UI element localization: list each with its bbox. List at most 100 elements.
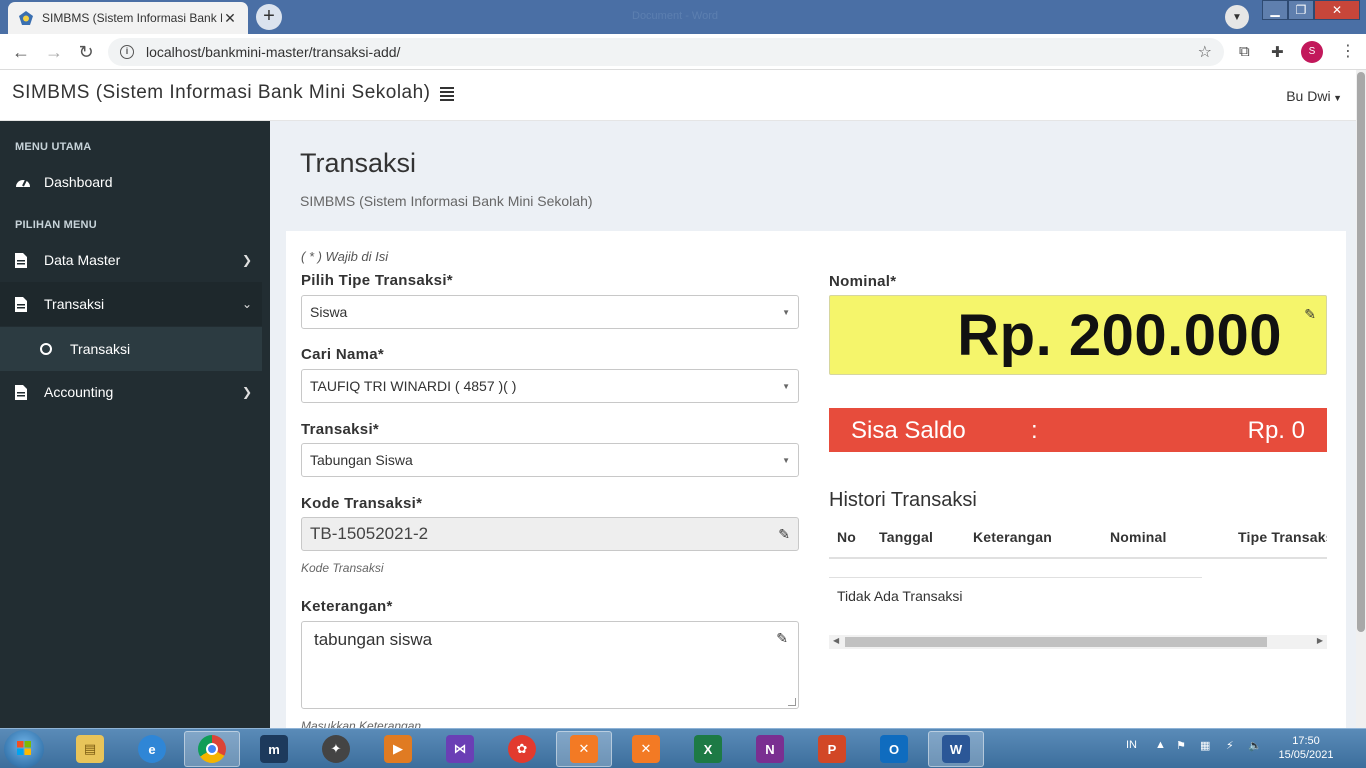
sidebar-item-accounting[interactable]: Accounting ❯ bbox=[0, 370, 262, 414]
pencil-icon: ✎ bbox=[778, 525, 790, 542]
empty-history-message: Tidak Ada Transaksi bbox=[837, 588, 963, 604]
minimize-button[interactable]: ▁ bbox=[1262, 0, 1288, 20]
saldo-colon: : bbox=[1031, 417, 1038, 444]
main-content: Transaksi SIMBMS (Sistem Informasi Bank … bbox=[270, 121, 1356, 728]
clock-date: 15/05/2021 bbox=[1278, 749, 1334, 761]
browser-tab-bar: SIMBMS (Sistem Informasi Bank Mini Sekol… bbox=[0, 0, 1366, 34]
url-field[interactable]: i localhost/bankmini-master/transaksi-ad… bbox=[108, 38, 1224, 66]
select-value: TAUFIQ TRI WINARDI ( 4857 )( ) bbox=[310, 378, 517, 394]
keterangan-help: Masukkan Keterangan bbox=[301, 719, 422, 728]
file-icon bbox=[15, 252, 31, 268]
transaksi-select[interactable]: Tabungan Siswa ▼ bbox=[301, 443, 799, 477]
scroll-left-icon[interactable]: ◀ bbox=[833, 636, 839, 645]
sidebar-toggle-icon[interactable] bbox=[440, 87, 454, 103]
file-explorer-icon[interactable]: ▤ bbox=[62, 731, 118, 767]
nominal-value: Rp. 200.000 bbox=[957, 303, 1282, 368]
keterangan-textarea[interactable]: tabungan siswa ✎ bbox=[301, 621, 799, 709]
sidebar-header-options: PILIHAN MENU bbox=[15, 219, 97, 231]
tab-close-icon[interactable]: ✕ bbox=[222, 10, 238, 27]
scroll-right-icon[interactable]: ▶ bbox=[1317, 636, 1323, 645]
network-icon[interactable]: ▦ bbox=[1200, 739, 1210, 752]
sidebar-item-label: Data Master bbox=[44, 252, 121, 268]
forward-arrow-icon[interactable]: → bbox=[42, 40, 66, 64]
submenu-item-transaksi[interactable]: Transaksi bbox=[0, 327, 262, 371]
page-scrollbar[interactable] bbox=[1356, 70, 1366, 728]
sidebar-item-data-master[interactable]: Data Master ❯ bbox=[0, 238, 262, 282]
excel-icon[interactable]: X bbox=[680, 731, 736, 767]
cari-nama-select[interactable]: TAUFIQ TRI WINARDI ( 4857 )( ) ▼ bbox=[301, 369, 799, 403]
xampp-control-icon[interactable]: ✕ bbox=[618, 731, 674, 767]
history-title: Histori Transaksi bbox=[829, 489, 977, 511]
internet-explorer-icon[interactable]: e bbox=[124, 731, 180, 767]
tipe-transaksi-select[interactable]: Siswa ▼ bbox=[301, 295, 799, 329]
chrome-profile-icon[interactable]: ▼ bbox=[1225, 5, 1249, 29]
outlook-icon[interactable]: O bbox=[866, 731, 922, 767]
volume-icon[interactable]: 🔈 bbox=[1248, 739, 1262, 752]
column-header-tanggal: Tanggal bbox=[879, 529, 934, 545]
windows-logo-icon bbox=[17, 741, 31, 755]
power-icon[interactable]: ⚡ bbox=[1226, 739, 1234, 752]
game-app-icon[interactable]: ✿ bbox=[494, 731, 550, 767]
clock-time: 17:50 bbox=[1292, 735, 1320, 747]
powerpoint-icon[interactable]: P bbox=[804, 731, 860, 767]
dropdown-arrow-icon: ▼ bbox=[782, 381, 790, 391]
url-text: localhost/bankmini-master/transaksi-add/ bbox=[146, 44, 401, 60]
maximize-button[interactable]: ❐ bbox=[1288, 0, 1314, 20]
chrome-icon[interactable] bbox=[184, 731, 240, 767]
sidebar-item-label: Transaksi bbox=[44, 296, 105, 312]
site-info-icon[interactable]: i bbox=[120, 45, 134, 59]
extension-icon[interactable]: ⧉ bbox=[1239, 43, 1250, 60]
sidebar-item-dashboard[interactable]: Dashboard bbox=[0, 160, 262, 204]
bookmark-star-icon[interactable]: ☆ bbox=[1198, 42, 1212, 62]
sidebar-header-main: MENU UTAMA bbox=[15, 141, 92, 153]
keterangan-label: Keterangan* bbox=[301, 598, 393, 615]
column-header-nominal: Nominal bbox=[1110, 529, 1167, 545]
language-indicator[interactable]: IN bbox=[1126, 739, 1137, 751]
chevron-right-icon: ❯ bbox=[241, 385, 253, 399]
sidebar-item-label: Accounting bbox=[44, 384, 114, 400]
action-center-icon[interactable]: ⚑ bbox=[1176, 739, 1186, 752]
tipe-transaksi-label: Pilih Tipe Transaksi* bbox=[301, 272, 453, 289]
history-horizontal-scrollbar[interactable]: ◀ ▶ bbox=[829, 635, 1327, 649]
window-title: Document - Word bbox=[632, 10, 718, 22]
nominal-label: Nominal* bbox=[829, 273, 897, 290]
xampp-icon[interactable]: ✕ bbox=[556, 731, 612, 767]
chrome-menu-icon[interactable]: ⋮ bbox=[1340, 41, 1356, 61]
submenu-label: Transaksi bbox=[70, 341, 131, 357]
tab-title: SIMBMS (Sistem Informasi Bank Mini Sekol… bbox=[42, 11, 222, 25]
puzzle-extensions-icon[interactable]: ✚ bbox=[1271, 43, 1284, 61]
transaksi-label: Transaksi* bbox=[301, 421, 380, 438]
sidebar-item-transaksi[interactable]: Transaksi ⌄ bbox=[0, 282, 262, 326]
user-dropdown[interactable]: Bu Dwi ▼ bbox=[1286, 88, 1342, 104]
sidebar-item-label: Dashboard bbox=[44, 174, 113, 190]
back-arrow-icon[interactable]: ← bbox=[9, 40, 33, 64]
sisa-saldo-bar: Sisa Saldo : Rp. 0 bbox=[829, 408, 1327, 452]
word-icon[interactable]: W bbox=[928, 731, 984, 767]
pencil-icon: ✎ bbox=[776, 630, 788, 646]
system-clock[interactable]: 17:50 15/05/2021 bbox=[1276, 734, 1336, 762]
kode-transaksi-help: Kode Transaksi bbox=[301, 561, 384, 575]
tray-expand-icon[interactable]: ▲ bbox=[1155, 739, 1166, 751]
media-player-icon[interactable]: ▶ bbox=[370, 731, 426, 767]
nominal-input[interactable]: Rp. 200.000 ✎ bbox=[829, 295, 1327, 375]
inkscape-icon[interactable]: ✦ bbox=[308, 731, 364, 767]
kode-transaksi-field[interactable]: TB-15052021-2 ✎ bbox=[301, 517, 799, 551]
moodle-icon[interactable]: m bbox=[246, 731, 302, 767]
visual-studio-icon[interactable]: ⋈ bbox=[432, 731, 488, 767]
onenote-icon[interactable]: N bbox=[742, 731, 798, 767]
dropdown-arrow-icon: ▼ bbox=[782, 455, 790, 465]
address-bar: ← → ↻ i localhost/bankmini-master/transa… bbox=[0, 34, 1366, 70]
user-name: Bu Dwi bbox=[1286, 88, 1331, 104]
start-button[interactable] bbox=[4, 730, 44, 768]
resize-handle[interactable] bbox=[788, 698, 796, 706]
cari-nama-label: Cari Nama* bbox=[301, 346, 385, 363]
reload-icon[interactable]: ↻ bbox=[74, 40, 98, 64]
file-icon bbox=[15, 296, 31, 312]
close-window-button[interactable]: ✕ bbox=[1314, 0, 1360, 20]
file-icon bbox=[15, 384, 31, 400]
new-tab-button[interactable]: + bbox=[256, 4, 282, 30]
browser-tab[interactable]: SIMBMS (Sistem Informasi Bank Mini Sekol… bbox=[8, 2, 248, 34]
app-brand[interactable]: SIMBMS (Sistem Informasi Bank Mini Sekol… bbox=[12, 82, 431, 104]
profile-avatar[interactable]: S bbox=[1301, 41, 1323, 63]
sidebar: MENU UTAMA Dashboard PILIHAN MENU Data M… bbox=[0, 121, 270, 728]
